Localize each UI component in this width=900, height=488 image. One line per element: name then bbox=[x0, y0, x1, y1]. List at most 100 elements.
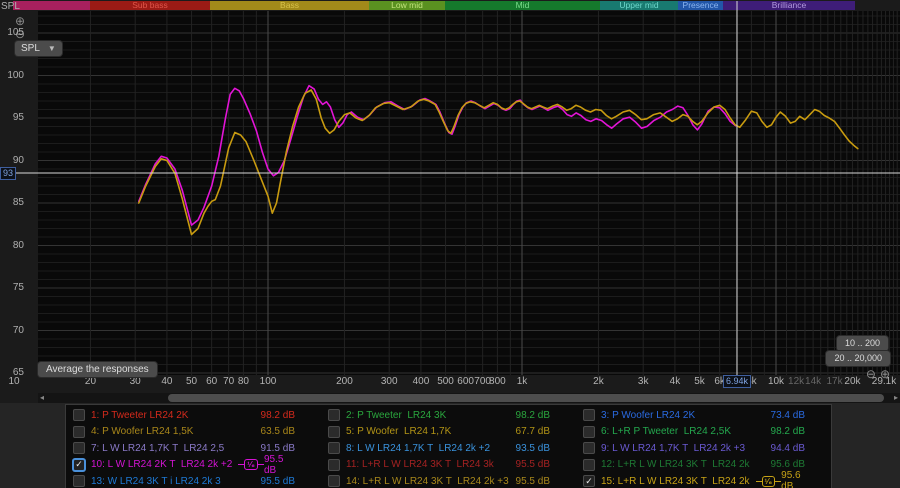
y-tick-85: 85 bbox=[0, 197, 24, 208]
trace-level-value: 95.5 dB bbox=[261, 476, 295, 487]
y-tick-100: 100 bbox=[0, 70, 24, 81]
trace-checkbox[interactable] bbox=[73, 442, 85, 454]
y-tick-95: 95 bbox=[0, 112, 24, 123]
chevron-down-icon: ▼ bbox=[48, 42, 56, 55]
cursor-spl-readout: 93 bbox=[0, 167, 16, 180]
trace-checkbox[interactable] bbox=[583, 442, 595, 454]
x-zoom-out-icon[interactable]: ⊖ bbox=[866, 368, 876, 380]
range-preset-20-20000-button[interactable]: 20 .. 20,000 bbox=[826, 351, 890, 366]
trace-level-value: 98.2 dB bbox=[771, 426, 805, 437]
band-label: Low mid bbox=[391, 0, 423, 10]
spl-axis-dropdown[interactable]: SPL ▼ bbox=[15, 41, 62, 56]
spl-dropdown-label: SPL bbox=[21, 42, 40, 55]
trace-label[interactable]: 5: P Woofer LR24 1,7K bbox=[346, 426, 451, 437]
trace-checkbox-checked[interactable]: ✓ bbox=[583, 475, 595, 487]
trace-checkbox[interactable] bbox=[73, 426, 85, 438]
scroll-left-icon[interactable]: ◂ bbox=[40, 393, 44, 403]
band-infra bbox=[13, 1, 90, 10]
trace-checkbox[interactable] bbox=[73, 475, 85, 487]
average-responses-button[interactable]: Average the responses bbox=[38, 362, 157, 377]
trace-label[interactable]: 15: L+R L W LR24 3K T LR24 2k bbox=[601, 476, 750, 487]
legend-row[interactable]: 14: L+R L W LR24 3K T LR24 2k +395.5 dB bbox=[321, 473, 576, 488]
trace-label[interactable]: 9: L W LR24 1,7K T LR24 2k +3 bbox=[601, 443, 745, 454]
trace-label[interactable]: 6: L+R P Tweeter LR24 2,5K bbox=[601, 426, 731, 437]
x-tick-60: 60 bbox=[206, 376, 217, 387]
x-tick-50: 50 bbox=[186, 376, 197, 387]
trace-checkbox[interactable] bbox=[583, 459, 595, 471]
x-tick-800: 800 bbox=[489, 376, 506, 387]
trace-checkbox[interactable] bbox=[583, 426, 595, 438]
trace-checkbox[interactable] bbox=[583, 409, 595, 421]
scroll-right-icon[interactable]: ▸ bbox=[894, 393, 898, 403]
y-tick-80: 80 bbox=[0, 240, 24, 251]
y-tick-75: 75 bbox=[0, 282, 24, 293]
trace-level-value: 91.5 dB bbox=[261, 443, 295, 454]
x-zoom-in-icon[interactable]: ⊕ bbox=[880, 368, 890, 380]
trace-label[interactable]: 3: P Woofer LR24 2K bbox=[601, 410, 695, 421]
legend-row[interactable]: 11: L+R L W LR24 3K T LR24 3k95.5 dB bbox=[321, 457, 576, 474]
x-tick-10k: 10k bbox=[768, 376, 784, 387]
trace-label[interactable]: 12: L+R L W LR24 3K T LR24 2k bbox=[601, 459, 750, 470]
legend-row[interactable]: 5: P Woofer LR24 1,7K 67.7 dB bbox=[321, 424, 576, 441]
x-tick-12k: 12k bbox=[788, 376, 804, 387]
x-tick-20: 20 bbox=[85, 376, 96, 387]
x-tick-80: 80 bbox=[238, 376, 249, 387]
smoothing-icon[interactable]: ¹⁄₆ bbox=[756, 476, 782, 487]
measurement-legend-table: 1: P Tweeter LR24 2K98.2 dB4: P Woofer L… bbox=[65, 404, 832, 488]
x-tick-100: 100 bbox=[260, 376, 277, 387]
legend-row[interactable]: 8: L W LR24 1,7K T LR24 2k +2 93.5 dB bbox=[321, 440, 576, 457]
scrollbar-handle[interactable] bbox=[168, 394, 884, 402]
trace-label[interactable]: 2: P Tweeter LR24 3K bbox=[346, 410, 446, 421]
band-label: Bass bbox=[280, 0, 299, 10]
legend-row[interactable]: ✓15: L+R L W LR24 3K T LR24 2k¹⁄₆95.6 dB bbox=[576, 473, 831, 488]
band-label: Mid bbox=[516, 0, 530, 10]
x-tick-20k: 20k bbox=[844, 376, 860, 387]
x-tick-400: 400 bbox=[413, 376, 430, 387]
band-label: Presence bbox=[683, 0, 719, 10]
x-tick-600: 600 bbox=[457, 376, 474, 387]
trace-checkbox[interactable] bbox=[328, 409, 340, 421]
trace-label[interactable]: 8: L W LR24 1,7K T LR24 2k +2 bbox=[346, 443, 490, 454]
x-zoom-controls: ⊖ ⊕ bbox=[866, 368, 890, 380]
trace-checkbox[interactable] bbox=[328, 475, 340, 487]
range-preset-10-200-button[interactable]: 10 .. 200 bbox=[837, 336, 888, 351]
legend-row[interactable]: 9: L W LR24 1,7K T LR24 2k +394.4 dB bbox=[576, 440, 831, 457]
legend-row[interactable]: 1: P Tweeter LR24 2K98.2 dB bbox=[66, 407, 321, 424]
trace-label[interactable]: 14: L+R L W LR24 3K T LR24 2k +3 bbox=[346, 476, 509, 487]
trace-label[interactable]: 7: L W LR24 1,7K T LR24 2,5 bbox=[91, 443, 224, 454]
legend-row[interactable]: ✓10: L W LR24 2K T LR24 2k +2¹⁄₆95.5 dB bbox=[66, 457, 321, 474]
legend-row[interactable]: 2: P Tweeter LR24 3K98.2 dB bbox=[321, 407, 576, 424]
trace-level-value: 67.7 dB bbox=[516, 426, 550, 437]
trace-label[interactable]: 10: L W LR24 2K T LR24 2k +2 bbox=[91, 459, 232, 470]
x-tick-200: 200 bbox=[336, 376, 353, 387]
trace-checkbox[interactable] bbox=[328, 426, 340, 438]
legend-row[interactable]: 3: P Woofer LR24 2K73.4 dB bbox=[576, 407, 831, 424]
trace-label[interactable]: 13: W LR24 3K T i LR24 2k 3 bbox=[91, 476, 221, 487]
trace-label[interactable]: 4: P Woofer LR24 1,5K bbox=[91, 426, 193, 437]
y-tick-105: 105 bbox=[0, 27, 24, 38]
x-tick-2k: 2k bbox=[593, 376, 604, 387]
legend-column: 2: P Tweeter LR24 3K98.2 dB5: P Woofer L… bbox=[321, 407, 576, 488]
legend-column: 1: P Tweeter LR24 2K98.2 dB4: P Woofer L… bbox=[66, 407, 321, 488]
x-tick-3k: 3k bbox=[638, 376, 649, 387]
trace-checkbox[interactable] bbox=[73, 409, 85, 421]
legend-row[interactable]: 4: P Woofer LR24 1,5K63.5 dB bbox=[66, 424, 321, 441]
legend-row[interactable]: 6: L+R P Tweeter LR24 2,5K 98.2 dB bbox=[576, 424, 831, 441]
trace-level-value: 93.5 dB bbox=[516, 443, 550, 454]
legend-row[interactable]: 13: W LR24 3K T i LR24 2k 3 95.5 dB bbox=[66, 473, 321, 488]
y-tick-70: 70 bbox=[0, 325, 24, 336]
band-label: Upper mid bbox=[619, 0, 658, 10]
trace-label[interactable]: 11: L+R L W LR24 3K T LR24 3k bbox=[346, 459, 494, 470]
y-zoom-in-icon[interactable]: ⊕ bbox=[15, 15, 25, 27]
trace-checkbox-checked[interactable]: ✓ bbox=[73, 459, 85, 471]
trace-level-value: 95.6 dB bbox=[771, 459, 805, 470]
x-tick-300: 300 bbox=[381, 376, 398, 387]
horizontal-scrollbar[interactable]: ◂ ▸ bbox=[38, 393, 900, 403]
frequency-response-chart[interactable]: Sub bassBassLow midMidUpper midPresenceB… bbox=[0, 0, 900, 392]
trace-checkbox[interactable] bbox=[328, 459, 340, 471]
trace-checkbox[interactable] bbox=[328, 442, 340, 454]
x-tick-30: 30 bbox=[130, 376, 141, 387]
smoothing-icon[interactable]: ¹⁄₆ bbox=[238, 459, 264, 470]
trace-label[interactable]: 1: P Tweeter LR24 2K bbox=[91, 410, 188, 421]
band-label: Brilliance bbox=[772, 0, 807, 10]
